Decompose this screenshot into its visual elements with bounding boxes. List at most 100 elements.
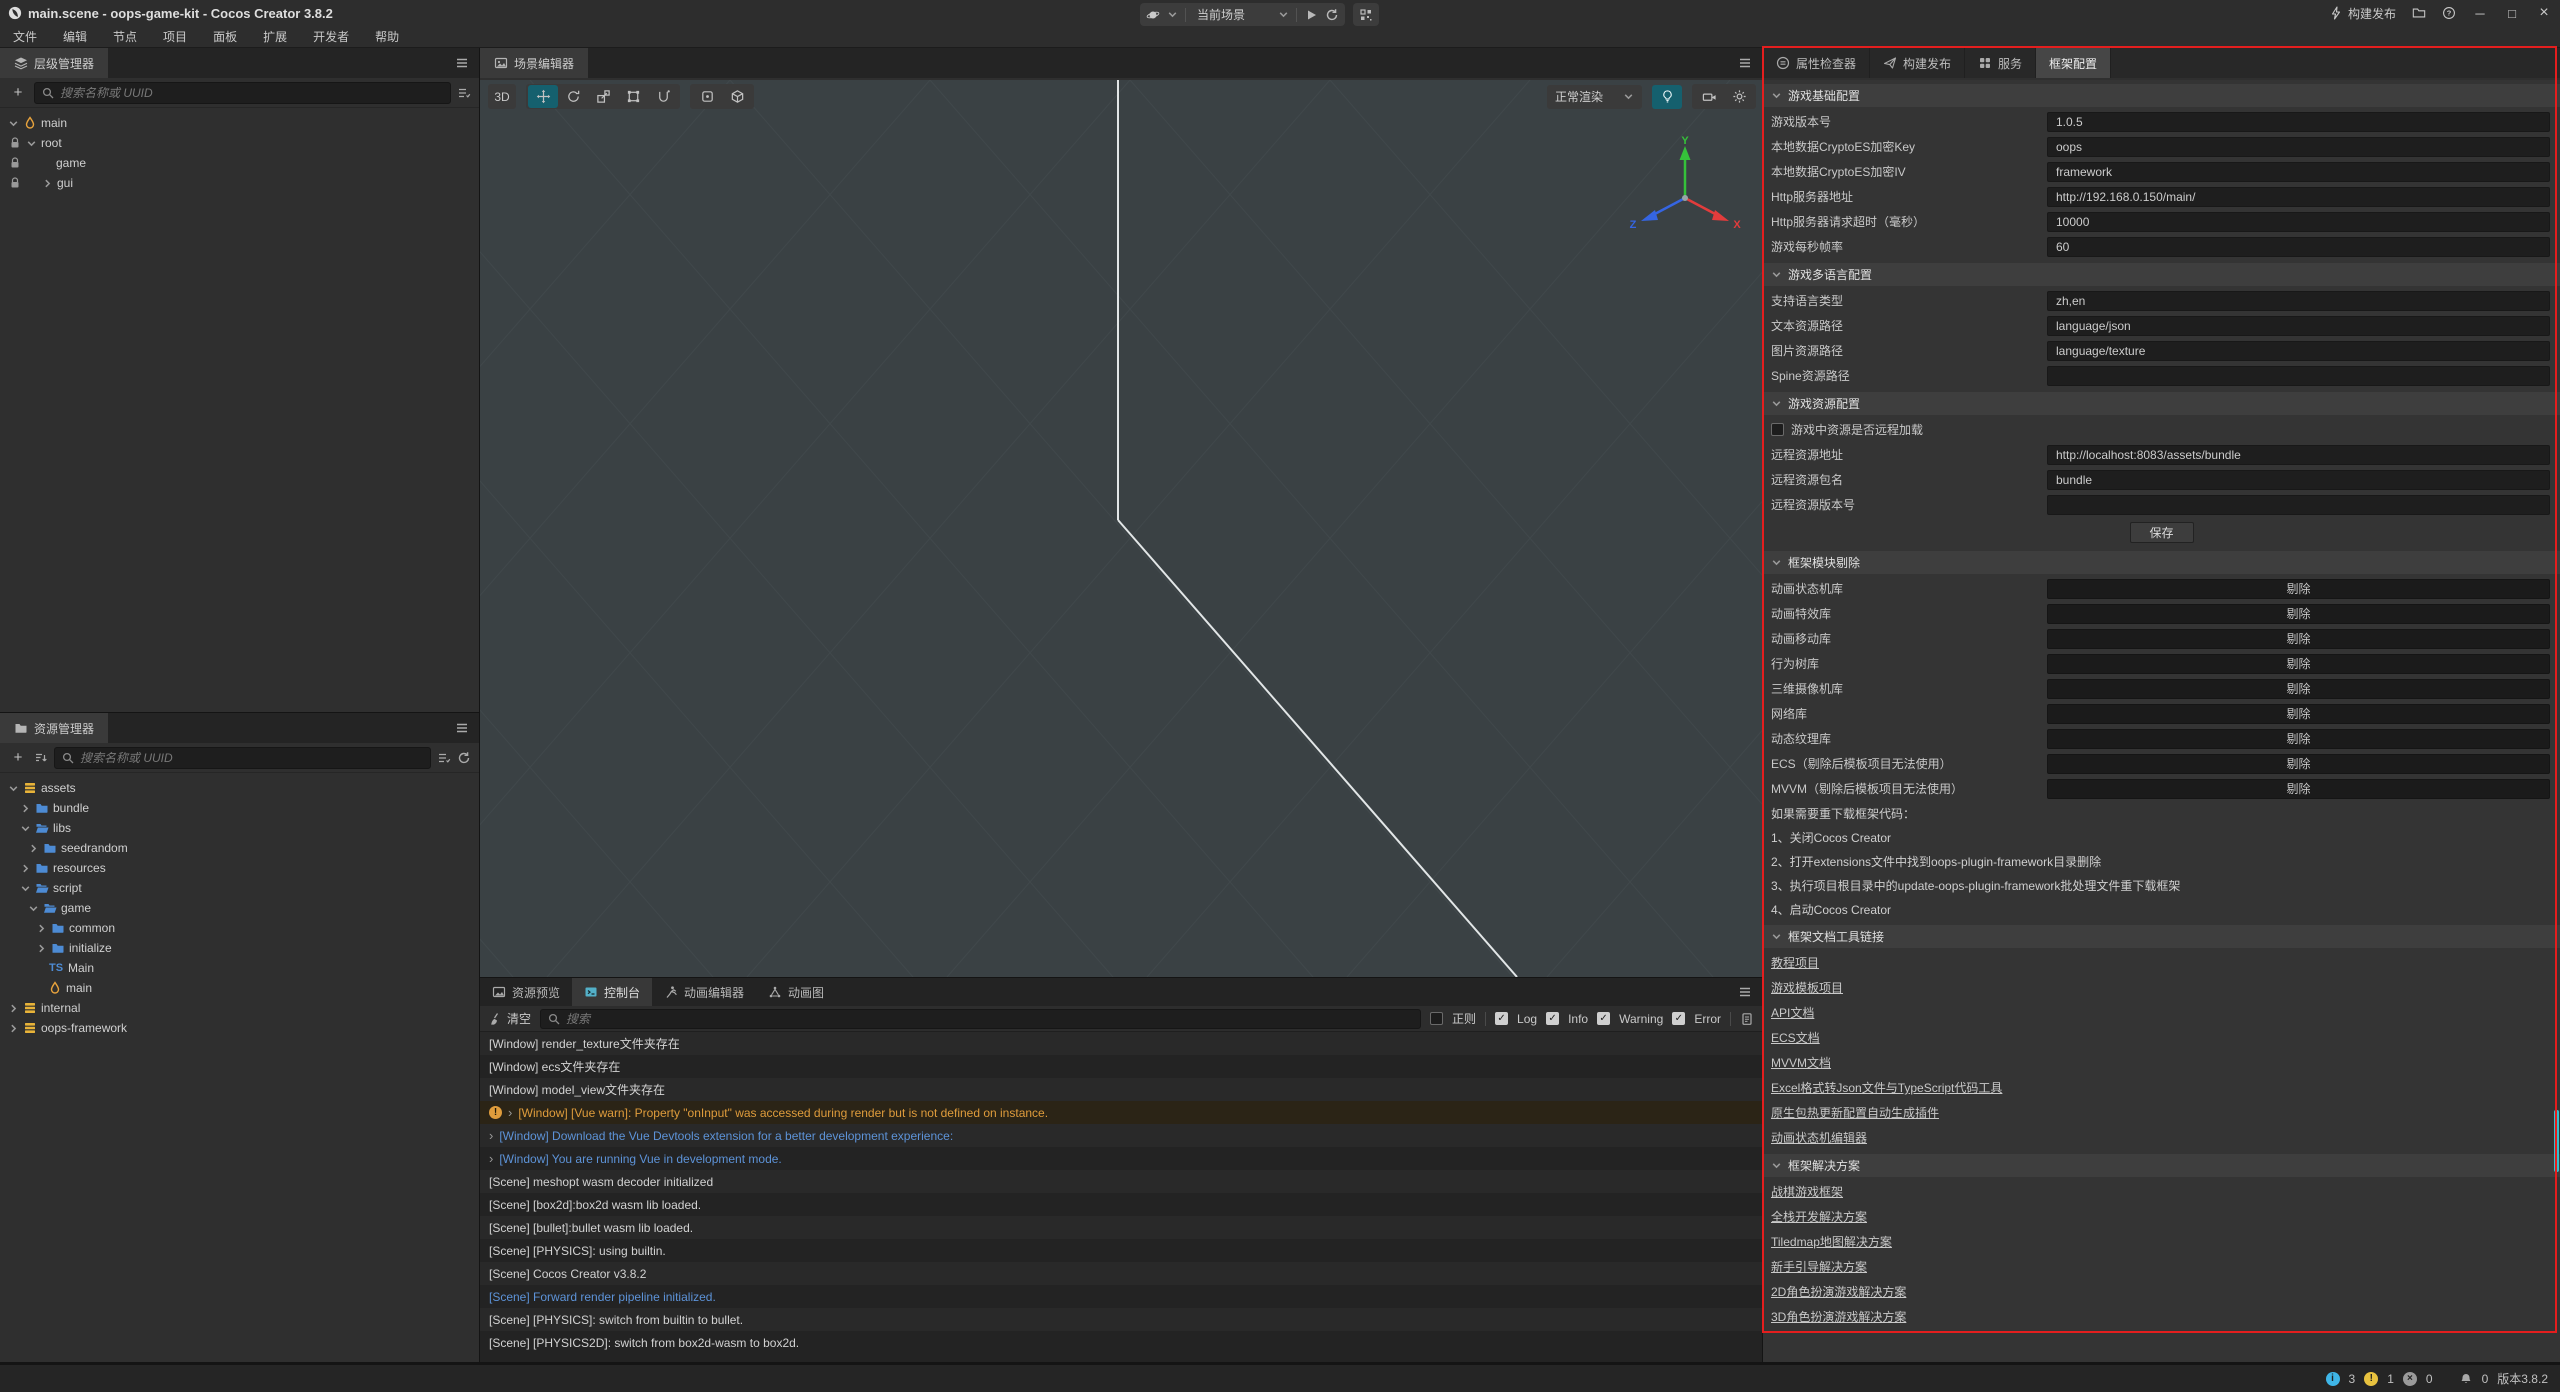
tree-item-gui[interactable]: gui: [0, 173, 479, 193]
console-search[interactable]: [540, 1009, 1421, 1029]
remove-network-button[interactable]: 剔除: [2047, 704, 2550, 724]
chevron-down-icon[interactable]: [20, 883, 31, 894]
asset-item-seedrandom[interactable]: seedrandom: [0, 838, 479, 858]
tab-animation-editor[interactable]: 动画编辑器: [652, 978, 756, 1006]
assets-tab[interactable]: 资源管理器: [0, 713, 108, 743]
tree-item-game[interactable]: game: [0, 153, 479, 173]
asset-item-oops-framework[interactable]: oops-framework: [0, 1018, 479, 1038]
log-row-info[interactable]: [Scene] Forward render pipeline initiali…: [480, 1285, 1762, 1308]
maximize-button[interactable]: □: [2504, 6, 2520, 21]
expand-chevron-icon[interactable]: ›: [508, 1106, 512, 1119]
tab-services[interactable]: 服务: [1965, 48, 2036, 78]
section-language-config[interactable]: 游戏多语言配置: [1763, 263, 2560, 286]
hierarchy-add-button[interactable]: +: [8, 84, 28, 101]
link-tiledmap-solution[interactable]: Tiledmap地图解决方案: [1771, 1233, 1892, 1250]
log-row[interactable]: [Window] ecs文件夹存在: [480, 1055, 1762, 1078]
link-fullstack-solution[interactable]: 全栈开发解决方案: [1771, 1208, 1867, 1225]
log-row[interactable]: [Window] render_texture文件夹存在: [480, 1032, 1762, 1055]
filter-warning-checkbox[interactable]: ✓: [1597, 1012, 1610, 1025]
asset-item-assets[interactable]: assets: [0, 778, 479, 798]
asset-item-resources[interactable]: resources: [0, 858, 479, 878]
preview-qr-icon[interactable]: [1359, 8, 1373, 22]
filter-info-checkbox[interactable]: ✓: [1546, 1012, 1559, 1025]
crypto-key-input[interactable]: [2047, 137, 2550, 157]
hierarchy-search-input[interactable]: [60, 86, 444, 100]
log-row[interactable]: [Scene] [PHYSICS]: switch from builtin t…: [480, 1308, 1762, 1331]
hierarchy-tab[interactable]: 层级管理器: [0, 48, 108, 78]
warning-count-icon[interactable]: !: [2364, 1372, 2378, 1386]
chevron-down-icon[interactable]: [20, 823, 31, 834]
ui-transform-tool-button[interactable]: [648, 85, 678, 108]
menu-file[interactable]: 文件: [0, 26, 50, 48]
log-row[interactable]: [Scene] meshopt wasm decoder initialized: [480, 1170, 1762, 1193]
log-row[interactable]: [Window] model_view文件夹存在: [480, 1078, 1762, 1101]
restart-button[interactable]: [1325, 8, 1339, 22]
menu-node[interactable]: 节点: [100, 26, 150, 48]
link-ecs-docs[interactable]: ECS文档: [1771, 1029, 1820, 1046]
tab-console[interactable]: 控制台: [572, 978, 652, 1006]
link-animator-editor[interactable]: 动画状态机编辑器: [1771, 1129, 1867, 1146]
remote-res-version-input[interactable]: [2047, 495, 2550, 515]
assets-search[interactable]: [54, 747, 431, 769]
rect-tool-button[interactable]: [618, 85, 648, 108]
notification-bell-icon[interactable]: [2459, 1372, 2473, 1386]
scene-select-dropdown-icon[interactable]: [1278, 9, 1289, 20]
mode-3d-button[interactable]: 3D: [488, 84, 516, 109]
assets-search-input[interactable]: [80, 751, 424, 765]
asset-item-ts-main[interactable]: TS Main: [0, 958, 479, 978]
link-hotupdate-plugin[interactable]: 原生包热更新配置自动生成插件: [1771, 1104, 1939, 1121]
scene-select[interactable]: 当前场景: [1193, 6, 1271, 23]
remote-res-url-input[interactable]: [2047, 445, 2550, 465]
minimize-button[interactable]: ─: [2472, 6, 2488, 21]
render-mode-select[interactable]: 正常渲染: [1547, 85, 1642, 109]
link-3drpg-solution[interactable]: 3D角色扮演游戏解决方案: [1771, 1308, 1906, 1325]
save-button[interactable]: 保存: [2130, 522, 2194, 543]
expand-chevron-icon[interactable]: ›: [489, 1152, 493, 1165]
log-row[interactable]: [Scene] [bullet]:bullet wasm lib loaded.: [480, 1216, 1762, 1239]
chevron-right-icon[interactable]: [42, 178, 53, 189]
remove-dynamic-texture-button[interactable]: 剔除: [2047, 729, 2550, 749]
clear-console-button[interactable]: 清空: [488, 1010, 531, 1027]
console-menu-icon[interactable]: [1728, 978, 1762, 1006]
asset-item-bundle[interactable]: bundle: [0, 798, 479, 818]
language-types-input[interactable]: [2047, 291, 2550, 311]
asset-item-main-scene[interactable]: main: [0, 978, 479, 998]
build-publish-button[interactable]: 构建发布: [2329, 5, 2396, 22]
section-module-trim[interactable]: 框架模块剔除: [1763, 551, 2560, 574]
tab-build-publish[interactable]: 构建发布: [1870, 48, 1965, 78]
menu-panel[interactable]: 面板: [200, 26, 250, 48]
snap-settings-button[interactable]: [692, 85, 722, 108]
crypto-iv-input[interactable]: [2047, 162, 2550, 182]
log-row-info[interactable]: › [Window] You are running Vue in develo…: [480, 1147, 1762, 1170]
close-button[interactable]: ×: [2536, 4, 2552, 22]
chevron-down-icon[interactable]: [26, 138, 37, 149]
link-2drpg-solution[interactable]: 2D角色扮演游戏解决方案: [1771, 1283, 1906, 1300]
platform-dropdown-icon[interactable]: [1167, 9, 1178, 20]
move-tool-button[interactable]: [528, 85, 558, 108]
expand-chevron-icon[interactable]: ›: [489, 1129, 493, 1142]
chevron-down-icon[interactable]: [8, 783, 19, 794]
tree-item-root[interactable]: root: [0, 133, 479, 153]
assets-sort-icon[interactable]: [34, 751, 48, 765]
chevron-down-icon[interactable]: [28, 903, 39, 914]
assets-add-button[interactable]: +: [8, 749, 28, 766]
scene-editor-tab[interactable]: 场景编辑器: [480, 48, 588, 78]
log-row[interactable]: [Scene] [PHYSICS2D]: switch from box2d-w…: [480, 1331, 1762, 1354]
section-basic-config[interactable]: 游戏基础配置: [1763, 84, 2560, 107]
tab-framework-config[interactable]: 框架配置: [2036, 48, 2111, 78]
axis-gizmo[interactable]: Y X Z: [1625, 136, 1745, 256]
chevron-right-icon[interactable]: [8, 1003, 19, 1014]
chevron-right-icon[interactable]: [36, 923, 47, 934]
log-file-icon[interactable]: [1740, 1012, 1754, 1026]
frame-rate-input[interactable]: [2047, 237, 2550, 257]
assets-menu-icon[interactable]: [445, 713, 479, 743]
tab-asset-preview[interactable]: 资源预览: [480, 978, 572, 1006]
hierarchy-menu-icon[interactable]: [445, 48, 479, 78]
http-server-input[interactable]: [2047, 187, 2550, 207]
scene-settings-button[interactable]: [1724, 85, 1754, 108]
hierarchy-search[interactable]: [34, 82, 451, 104]
assets-refresh-icon[interactable]: [457, 751, 471, 765]
play-button[interactable]: [1304, 8, 1318, 22]
asset-item-initialize[interactable]: initialize: [0, 938, 479, 958]
scene-menu-icon[interactable]: [1728, 48, 1762, 78]
